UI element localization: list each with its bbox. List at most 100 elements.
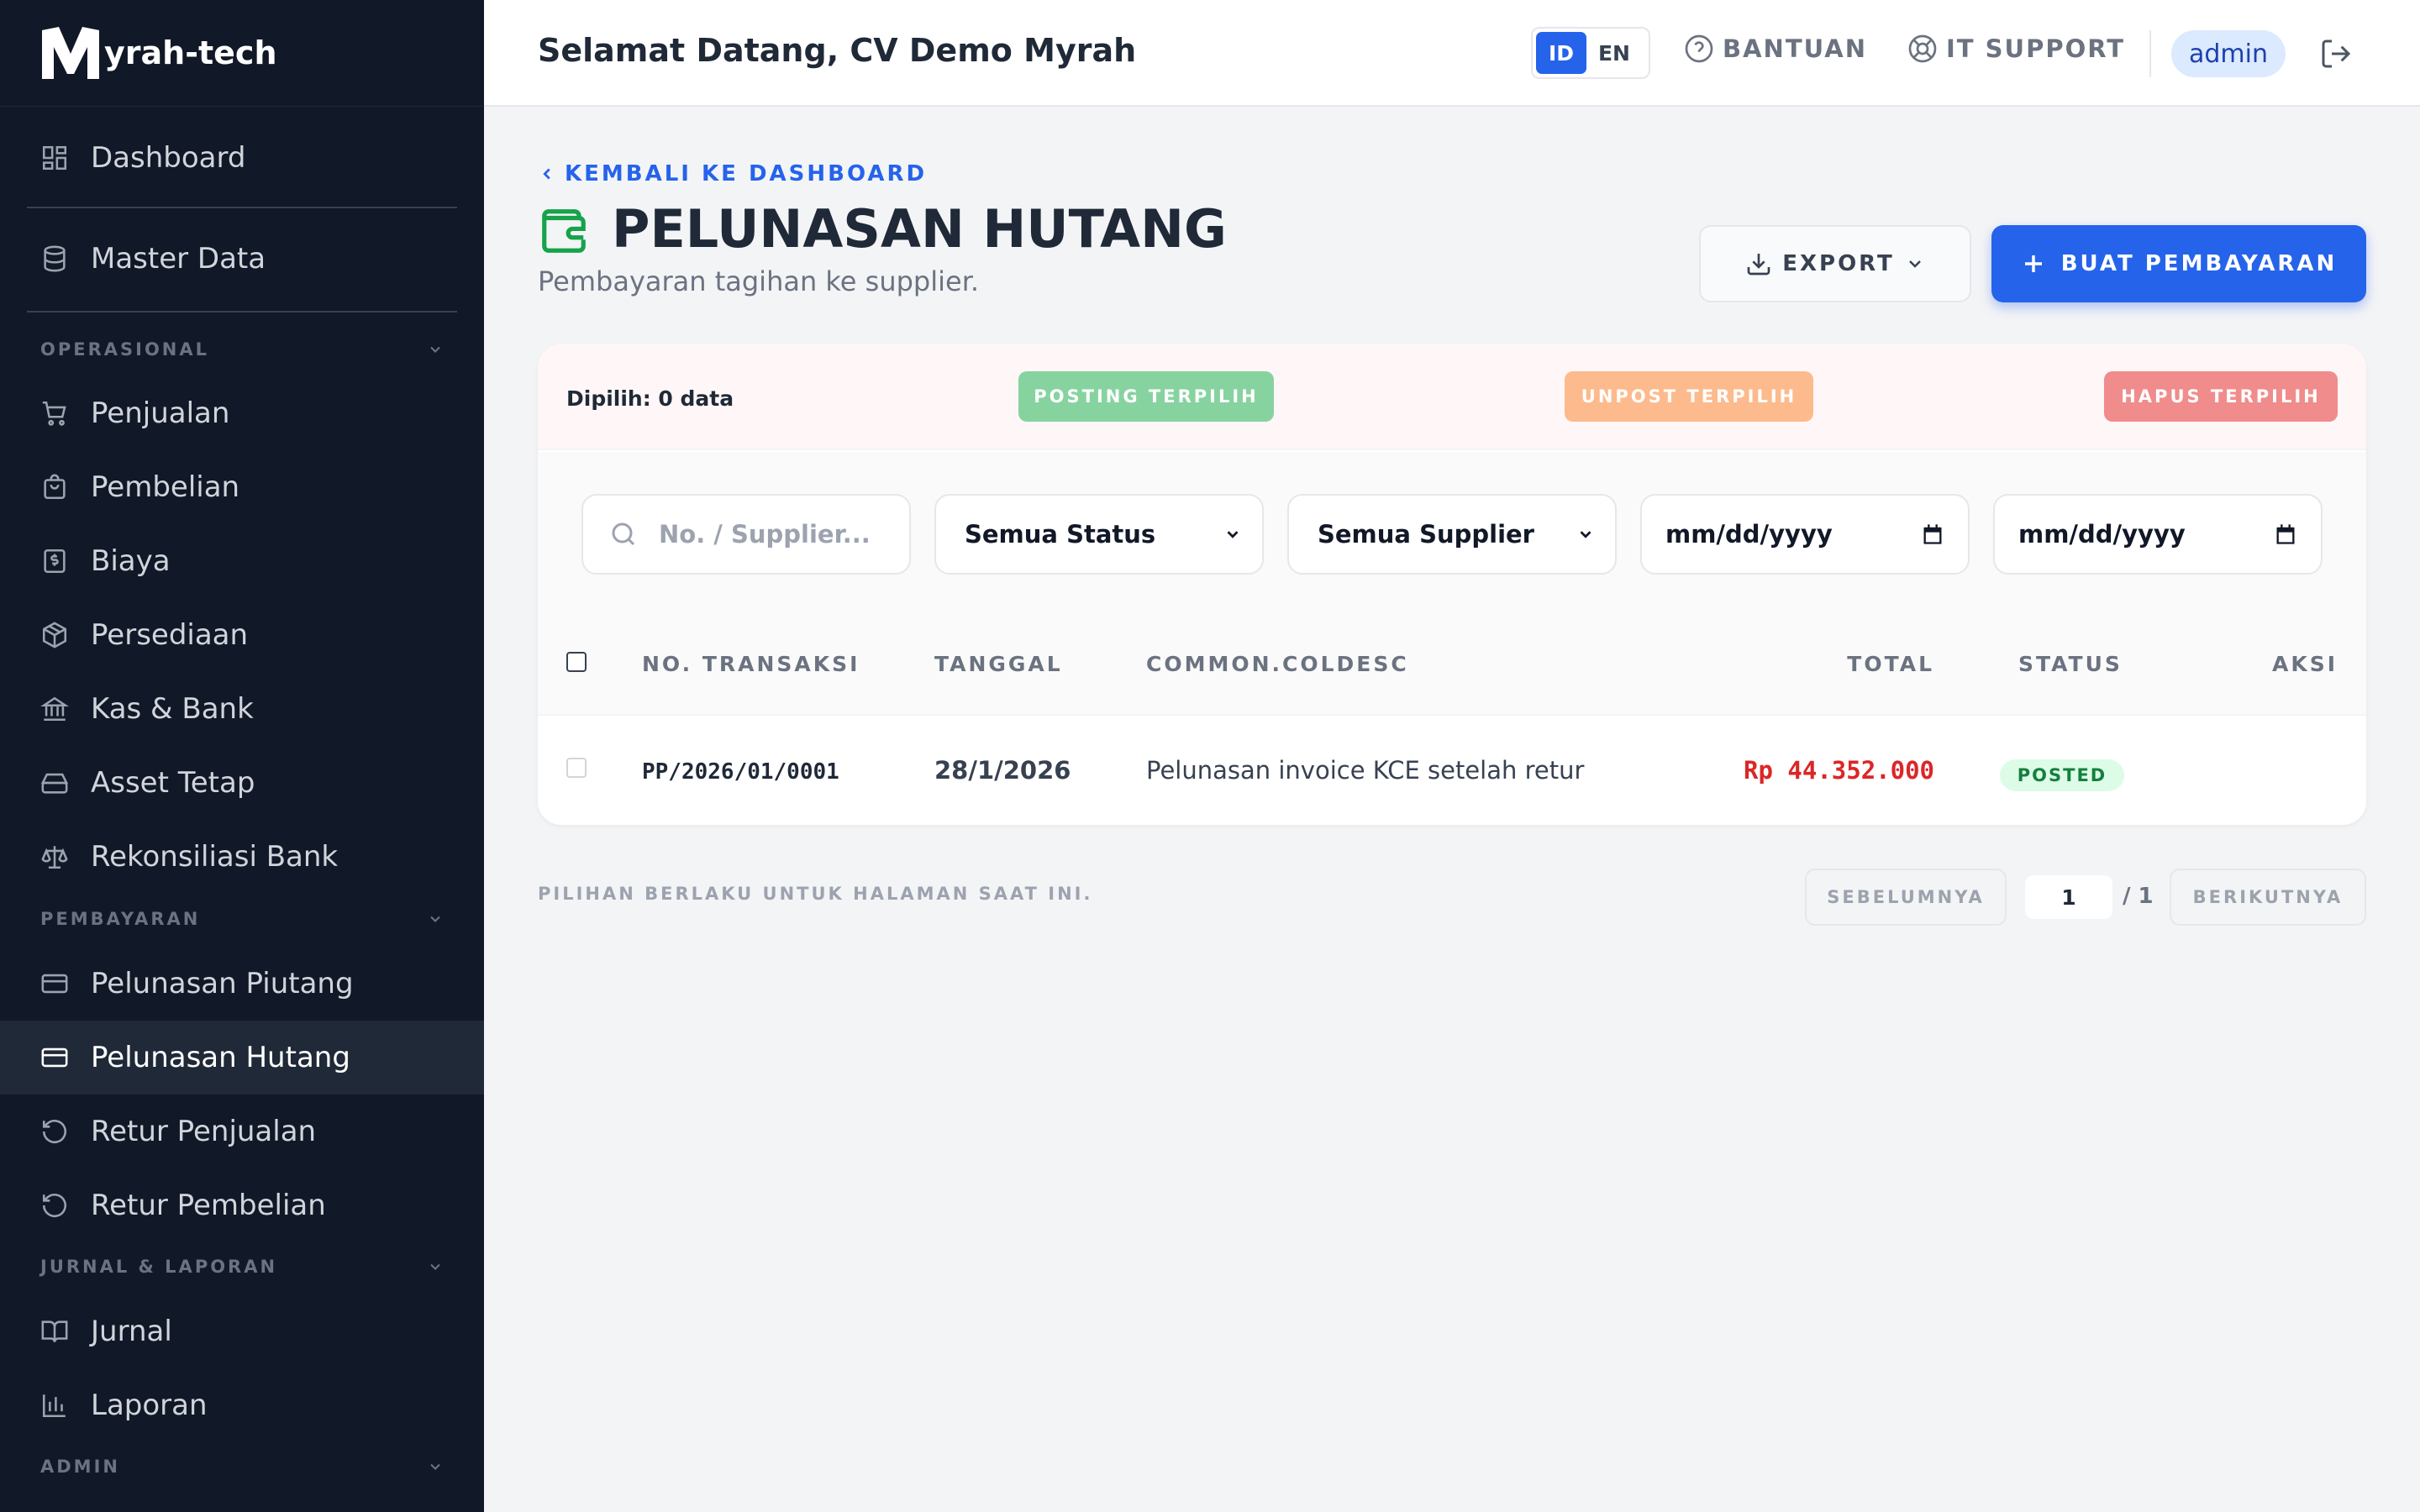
export-button[interactable]: EXPORT	[1699, 225, 1971, 302]
back-to-dashboard-link[interactable]: KEMBALI KE DASHBOARD	[538, 161, 927, 186]
section-label: PEMBAYARAN	[40, 909, 201, 929]
section-pembayaran[interactable]: PEMBAYARAN	[40, 909, 444, 929]
sidebar-divider	[27, 207, 457, 208]
top-header: Selamat Datang, CV Demo Myrah ID EN BANT…	[484, 0, 2420, 107]
sidebar-item-label: Pelunasan Piutang	[91, 967, 354, 1000]
section-jurnal-laporan[interactable]: JURNAL & LAPORAN	[40, 1257, 444, 1277]
prev-page-button[interactable]: SEBELUMNYA	[1805, 869, 2007, 926]
sidebar-item-label: Persediaan	[91, 618, 249, 652]
calendar-icon	[2276, 524, 2295, 544]
chevron-down-icon	[430, 1263, 440, 1270]
export-label: EXPORT	[1782, 251, 1895, 276]
column-header-no[interactable]: NO. TRANSAKSI	[642, 652, 860, 676]
shopping-bag-icon	[44, 474, 66, 500]
sidebar-item-label: Dashboard	[91, 141, 246, 175]
sidebar-item-pelunasan-piutang[interactable]: Pelunasan Piutang	[0, 947, 484, 1021]
date-from-value: mm/dd/yyyy	[1665, 520, 1833, 549]
status-badge: POSTED	[2000, 759, 2124, 791]
sidebar-divider	[27, 311, 457, 312]
sidebar-item-penjualan[interactable]: Penjualan	[0, 376, 484, 450]
post-selected-button[interactable]: POSTING TERPILIH	[1018, 371, 1274, 422]
sidebar-item-label: Penjualan	[91, 396, 230, 430]
header-divider	[2149, 30, 2151, 77]
sidebar-item-pembelian[interactable]: Pembelian	[0, 450, 484, 524]
download-icon	[1747, 254, 1770, 276]
sidebar-item-dashboard[interactable]: Dashboard	[0, 121, 484, 195]
date-from-input[interactable]: mm/dd/yyyy	[1640, 494, 1970, 575]
chevron-down-icon	[430, 916, 440, 922]
transaction-date: 28/1/2026	[934, 756, 1071, 785]
page-total: / 1	[2123, 884, 2154, 909]
column-header-desc[interactable]: COMMON.COLDESC	[1146, 652, 1409, 676]
brand[interactable]: yrah-tech	[0, 0, 484, 107]
section-label: JURNAL & LAPORAN	[40, 1257, 278, 1277]
sidebar-item-label: Retur Penjualan	[91, 1115, 317, 1148]
sidebar-item-label: Retur Pembelian	[91, 1189, 326, 1222]
sidebar-item-pelunasan-hutang[interactable]: Pelunasan Hutang	[0, 1021, 484, 1095]
unpost-selected-button[interactable]: UNPOST TERPILIH	[1565, 371, 1813, 422]
status-select[interactable]: Semua Status	[934, 494, 1264, 575]
select-all-checkbox[interactable]	[566, 652, 587, 672]
brand-name: yrah-tech	[104, 34, 277, 71]
status-select-value: Semua Status	[965, 520, 1156, 549]
supplier-select-value: Semua Supplier	[1318, 520, 1534, 549]
sidebar-item-kas-bank[interactable]: Kas & Bank	[0, 672, 484, 746]
search-input[interactable]: No. / Supplier...	[581, 494, 911, 575]
lang-id-button[interactable]: ID	[1536, 32, 1586, 74]
sidebar-item-retur-penjualan[interactable]: Retur Penjualan	[0, 1095, 484, 1168]
create-payment-label: BUAT PEMBAYARAN	[2060, 251, 2338, 276]
sidebar-item-persediaan[interactable]: Persediaan	[0, 598, 484, 672]
sidebar-item-asset-tetap[interactable]: Asset Tetap	[0, 746, 484, 820]
supplier-select[interactable]: Semua Supplier	[1287, 494, 1617, 575]
hard-drive-icon	[40, 773, 69, 794]
it-support-label: IT SUPPORT	[1946, 34, 2126, 63]
section-operasional[interactable]: OPERASIONAL	[40, 339, 444, 360]
help-link[interactable]: BANTUAN	[1684, 34, 1867, 64]
section-admin[interactable]: ADMIN	[40, 1457, 444, 1477]
sidebar-item-label: Pelunasan Hutang	[91, 1041, 350, 1074]
credit-card-icon	[41, 1047, 68, 1068]
date-to-input[interactable]: mm/dd/yyyy	[1993, 494, 2323, 575]
table-header: NO. TRANSAKSI TANGGAL COMMON.COLDESC TOT…	[538, 612, 2366, 712]
it-support-link[interactable]: IT SUPPORT	[1907, 34, 2125, 64]
row-checkbox[interactable]	[566, 758, 587, 778]
delete-selected-button[interactable]: HAPUS TERPILIH	[2104, 371, 2338, 422]
sidebar-item-label: Kas & Bank	[91, 692, 254, 726]
credit-card-icon	[41, 974, 68, 994]
scale-icon	[41, 846, 68, 869]
sidebar-item-biaya[interactable]: Biaya	[0, 524, 484, 598]
table-row[interactable]: PP/2026/01/0001 28/1/2026 Pelunasan invo…	[538, 714, 2366, 825]
dashboard-icon	[42, 145, 67, 171]
transaction-description: Pelunasan invoice KCE setelah retur	[1146, 756, 1585, 785]
create-payment-button[interactable]: BUAT PEMBAYARAN	[1991, 225, 2366, 302]
page-number-input[interactable]: 1	[2025, 875, 2112, 919]
chevron-down-icon	[1227, 531, 1239, 538]
sidebar-item-jurnal[interactable]: Jurnal	[0, 1294, 484, 1368]
user-badge[interactable]: admin	[2171, 30, 2286, 77]
book-open-icon	[41, 1320, 68, 1342]
help-label: BANTUAN	[1723, 34, 1867, 63]
next-page-button[interactable]: BERIKUTNYA	[2170, 869, 2366, 926]
bar-chart-icon	[42, 1394, 66, 1418]
search-placeholder: No. / Supplier...	[659, 520, 871, 549]
sidebar-item-label: Rekonsiliasi Bank	[91, 840, 339, 874]
sidebar-item-laporan[interactable]: Laporan	[0, 1368, 484, 1442]
lang-en-button[interactable]: EN	[1586, 32, 1642, 74]
section-label: OPERASIONAL	[40, 339, 210, 360]
cart-icon	[42, 401, 66, 426]
bulk-action-bar: Dipilih: 0 data POSTING TERPILIH UNPOST …	[538, 344, 2366, 450]
sidebar: yrah-tech Dashboard Master Data OPERASIO…	[0, 0, 484, 1512]
column-header-total[interactable]: TOTAL	[1847, 652, 1934, 676]
sidebar-item-retur-pembelian[interactable]: Retur Pembelian	[0, 1168, 484, 1242]
welcome-text: Selamat Datang, CV Demo Myrah	[538, 32, 1137, 69]
sidebar-item-rekonsiliasi-bank[interactable]: Rekonsiliasi Bank	[0, 820, 484, 894]
column-header-status[interactable]: STATUS	[2018, 652, 2123, 676]
date-to-value: mm/dd/yyyy	[2018, 520, 2186, 549]
back-label: KEMBALI KE DASHBOARD	[565, 161, 928, 186]
transaction-number[interactable]: PP/2026/01/0001	[642, 759, 839, 785]
box-icon	[42, 622, 67, 648]
sidebar-item-master-data[interactable]: Master Data	[0, 222, 484, 296]
column-header-date[interactable]: TANGGAL	[934, 652, 1063, 676]
logout-icon[interactable]	[2319, 37, 2353, 71]
selected-count: Dipilih: 0 data	[566, 386, 734, 411]
